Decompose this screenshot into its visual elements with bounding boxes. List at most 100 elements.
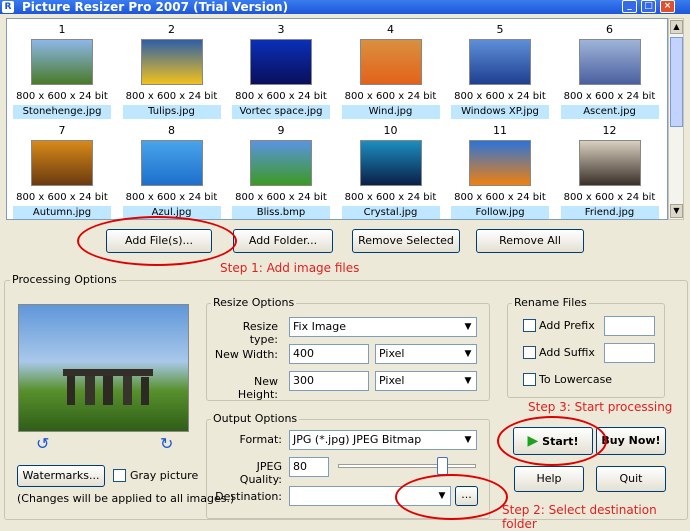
rotate-right-icon[interactable]: ↻: [160, 434, 173, 453]
thumbnail-item[interactable]: 2 800 x 600 x 24 bit Tulips.jpg: [120, 19, 224, 119]
quality-slider-track[interactable]: [338, 464, 476, 468]
thumbnail-dimensions: 800 x 600 x 24 bit: [454, 91, 546, 102]
destination-label: Destination:: [215, 490, 282, 503]
lowercase-checkbox[interactable]: [523, 373, 536, 386]
quit-button[interactable]: Quit: [596, 466, 666, 492]
step2-highlight: [395, 474, 508, 520]
quality-slider-thumb[interactable]: [436, 457, 448, 475]
thumbnail-item[interactable]: 11 800 x 600 x 24 bit Follow.jpg: [448, 120, 552, 219]
height-unit-select[interactable]: Pixel ▼: [375, 371, 477, 391]
thumbnail-filename: Crystal.jpg: [341, 206, 440, 219]
step3-highlight: [497, 416, 607, 466]
thumbnail-number: 7: [58, 124, 66, 137]
scroll-down-arrow[interactable]: ▼: [670, 204, 683, 218]
step1-label: Step 1: Add image files: [220, 261, 360, 275]
title-bar: R Picture Resizer Pro 2007 (Trial Versio…: [0, 0, 690, 14]
new-width-label: New Width:: [214, 348, 278, 361]
thumbnail-dimensions: 800 x 600 x 24 bit: [235, 192, 327, 203]
thumbnail-filename: Bliss.bmp: [232, 206, 330, 219]
thumbnail-image: [140, 140, 203, 186]
thumbnail-filename: Windows XP.jpg: [451, 105, 549, 119]
thumbnail-number: 10: [383, 124, 398, 137]
scroll-up-arrow[interactable]: ▲: [670, 20, 683, 34]
jpeg-quality-input[interactable]: 80: [289, 457, 329, 477]
thumbnail-number: 12: [602, 124, 617, 137]
thumbnail-image: [31, 39, 93, 85]
thumbnail-item[interactable]: 8 800 x 600 x 24 bit Azul.jpg: [120, 120, 224, 219]
thumbnail-item[interactable]: 12 800 x 600 x 24 bit Friend.jpg: [558, 120, 662, 219]
thumbnail-dimensions: 800 x 600 x 24 bit: [125, 192, 218, 203]
thumbnail-dimensions: 800 x 600 x 24 bit: [344, 91, 437, 102]
thumbnail-filename: Tulips.jpg: [122, 105, 221, 119]
thumbnail-dimensions: 800 x 600 x 24 bit: [235, 91, 327, 102]
thumbnail-filename: Wind.jpg: [341, 105, 440, 119]
new-height-input[interactable]: 300: [289, 371, 369, 391]
thumbnail-item[interactable]: 9 800 x 600 x 24 bit Bliss.bmp: [229, 120, 333, 219]
thumbnail-number: 6: [606, 23, 613, 36]
thumbnail-item[interactable]: 5 800 x 600 x 24 bit Windows XP.jpg: [448, 19, 552, 119]
thumbnail-item[interactable]: 6 800 x 600 x 24 bit Ascent.jpg: [558, 19, 662, 119]
height-unit-value: Pixel: [379, 374, 405, 387]
window-title: Picture Resizer Pro 2007 (Trial Version): [22, 0, 289, 14]
resize-options-title: Resize Options: [211, 296, 297, 309]
resize-type-label: Resize type:: [242, 320, 278, 346]
thumbnail-dimensions: 800 x 600 x 24 bit: [563, 192, 656, 203]
help-button[interactable]: Help: [514, 466, 584, 492]
add-prefix-checkbox[interactable]: [523, 319, 536, 332]
add-suffix-label: Add Suffix: [539, 346, 595, 359]
remove-selected-button[interactable]: Remove Selected: [352, 229, 460, 253]
gray-picture-checkbox[interactable]: [113, 469, 126, 482]
thumbnail-image: [140, 39, 203, 85]
add-folder-button[interactable]: Add Folder...: [233, 229, 333, 253]
width-unit-select[interactable]: Pixel ▼: [375, 344, 477, 364]
thumbnail-number: 4: [387, 23, 394, 36]
suffix-input[interactable]: [604, 343, 655, 363]
chevron-down-icon[interactable]: ▼: [460, 431, 476, 449]
width-unit-value: Pixel: [379, 347, 405, 360]
preview-image: [18, 304, 189, 432]
thumbnail-dimensions: 800 x 600 x 24 bit: [16, 91, 108, 102]
format-value: JPG (*.jpg) JPEG Bitmap: [293, 433, 422, 446]
thumbnail-number: 8: [168, 124, 175, 137]
thumbnail-filename: Autumn.jpg: [13, 206, 111, 219]
rename-files-title: Rename Files: [512, 296, 589, 309]
resize-type-select[interactable]: Fix Image ▼: [289, 317, 477, 337]
format-select[interactable]: JPG (*.jpg) JPEG Bitmap ▼: [289, 430, 477, 450]
rotate-left-icon[interactable]: ↺: [36, 434, 49, 453]
thumbnail-dimensions: 800 x 600 x 24 bit: [16, 192, 108, 203]
remove-all-button[interactable]: Remove All: [476, 229, 584, 253]
jpeg-quality-label: JPEG Quality:: [239, 460, 282, 486]
app-icon: R: [2, 1, 14, 13]
thumbnail-image: [359, 140, 422, 186]
thumbnail-scrollbar[interactable]: ▲ ▼: [668, 18, 684, 220]
thumbnail-number: 2: [168, 23, 175, 36]
chevron-down-icon[interactable]: ▼: [460, 372, 476, 390]
thumbnail-number: 9: [277, 124, 285, 137]
chevron-down-icon[interactable]: ▼: [460, 318, 476, 336]
processing-options-title: Processing Options: [10, 273, 119, 286]
thumbnail-item[interactable]: 1 800 x 600 x 24 bit Stonehenge.jpg: [10, 19, 114, 119]
thumbnail-grid[interactable]: 1 800 x 600 x 24 bit Stonehenge.jpg 2 800 x …: [6, 18, 668, 220]
thumbnail-image: [250, 140, 312, 186]
format-label: Format:: [239, 433, 282, 446]
scroll-thumb[interactable]: [670, 37, 683, 127]
thumbnail-item[interactable]: 4 800 x 600 x 24 bit Wind.jpg: [339, 19, 443, 119]
thumbnail-image: [31, 140, 93, 186]
chevron-down-icon[interactable]: ▼: [460, 345, 476, 363]
prefix-input[interactable]: [604, 316, 655, 336]
close-button[interactable]: ×: [660, 0, 675, 13]
watermarks-button[interactable]: Watermarks...: [17, 465, 105, 487]
thumbnail-filename: Ascent.jpg: [560, 105, 659, 119]
minimize-button[interactable]: _: [622, 0, 637, 13]
add-prefix-label: Add Prefix: [539, 319, 595, 332]
changes-note: (Changes will be applied to all images.): [17, 492, 235, 505]
thumbnail-item[interactable]: 7 800 x 600 x 24 bit Autumn.jpg: [10, 120, 114, 219]
maximize-button[interactable]: □: [641, 0, 656, 13]
thumbnail-item[interactable]: 3 800 x 600 x 24 bit Vortec space.jpg: [229, 19, 333, 119]
add-suffix-checkbox[interactable]: [523, 346, 536, 359]
lowercase-label: To Lowercase: [539, 373, 613, 386]
step1-highlight: [77, 216, 237, 266]
new-width-input[interactable]: 400: [289, 344, 369, 364]
thumbnail-item[interactable]: 10 800 x 600 x 24 bit Crystal.jpg: [339, 120, 443, 219]
resize-type-value: Fix Image: [293, 320, 347, 333]
